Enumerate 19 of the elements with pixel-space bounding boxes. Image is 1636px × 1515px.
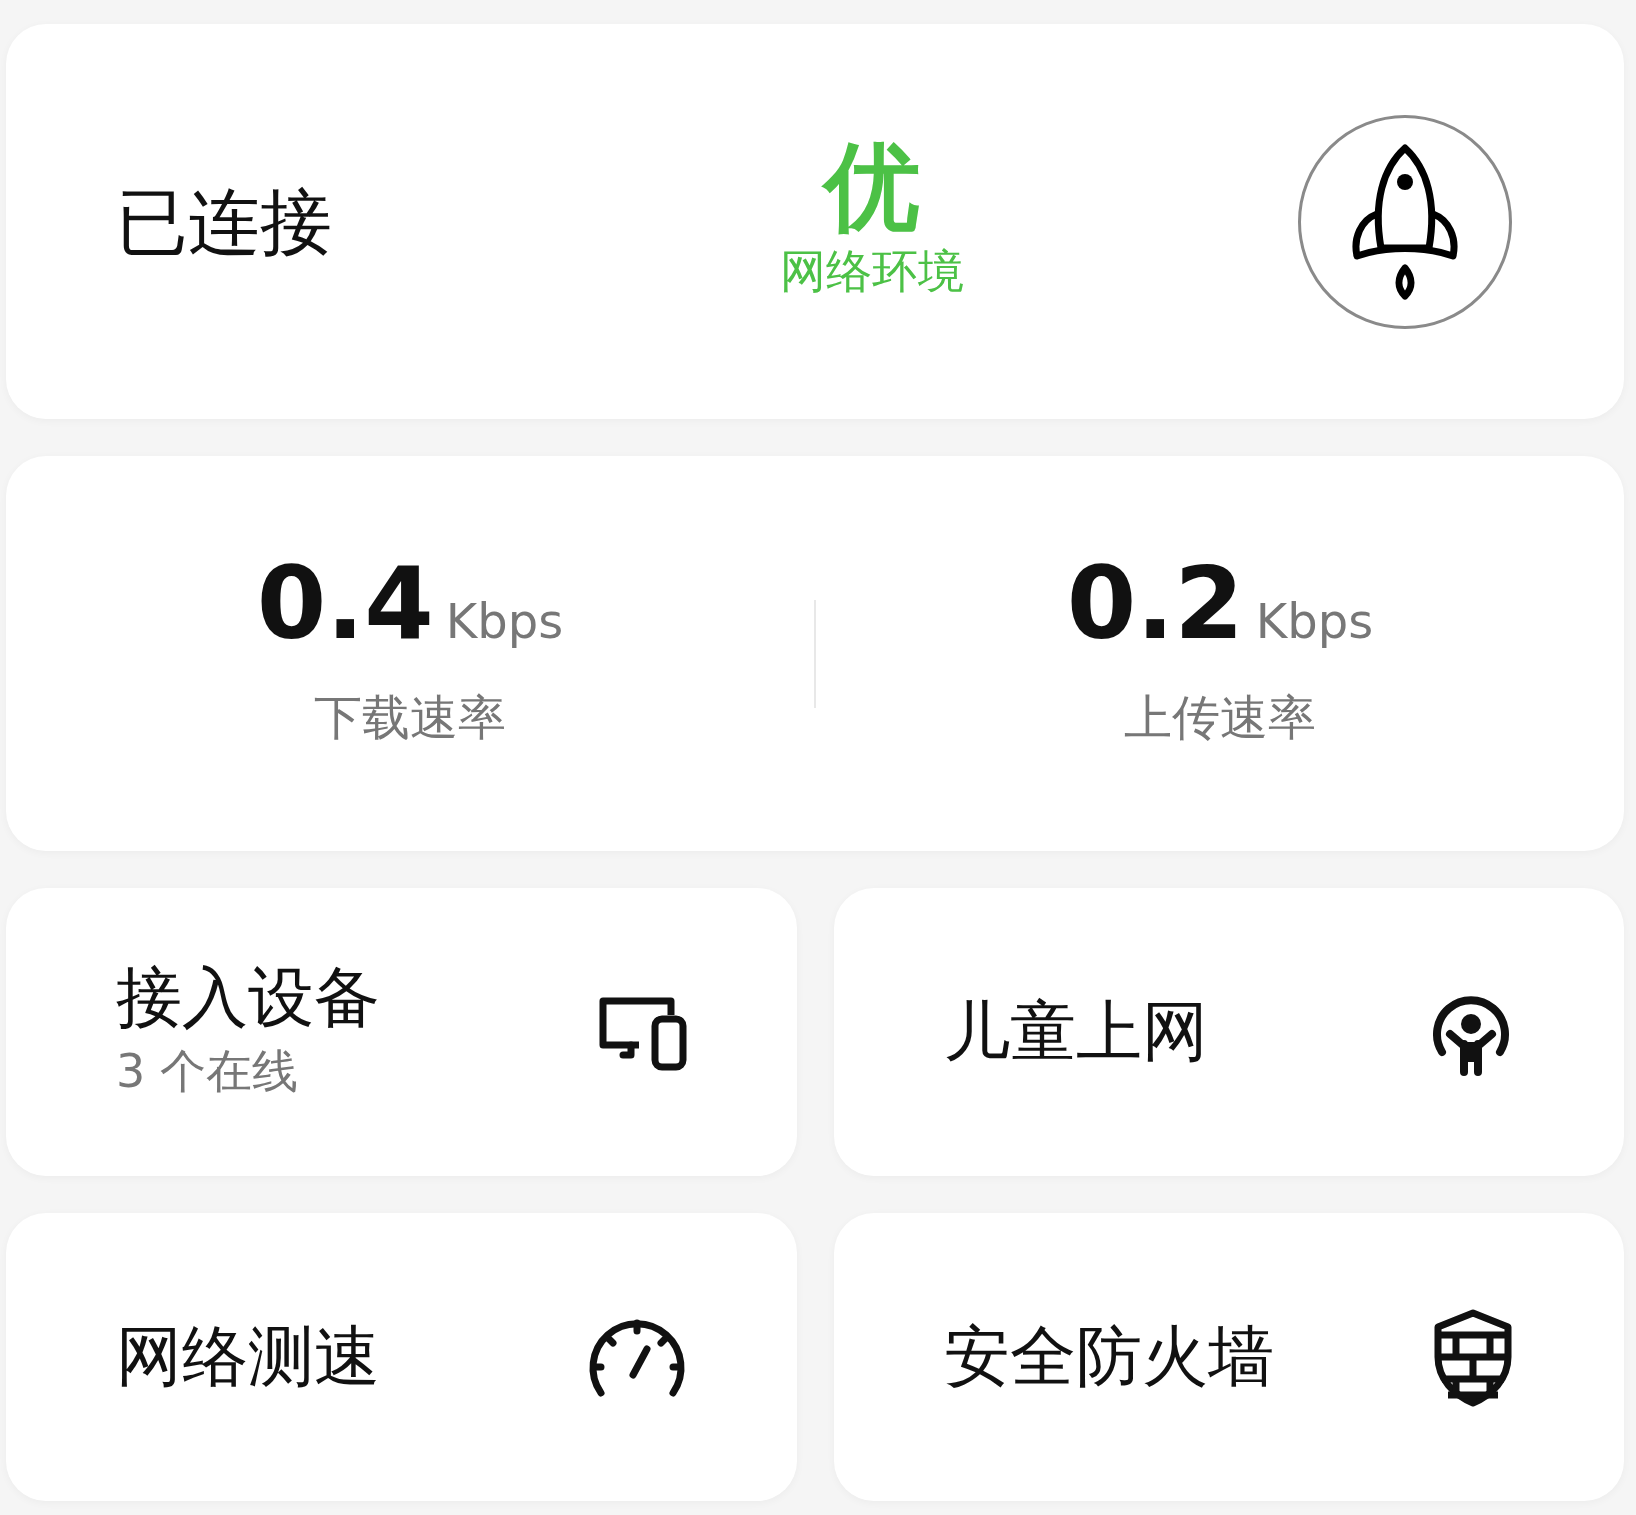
tile-title: 安全防火墙: [943, 1317, 1274, 1397]
feature-tile[interactable]: 接入设备 3 个在线: [6, 888, 797, 1176]
speed-value: 0.4: [256, 554, 434, 654]
speed-unit: Kbps: [1255, 592, 1374, 651]
rocket-icon: [1349, 141, 1461, 302]
speed-label: 下载速率: [314, 688, 506, 747]
connection-status: 已连接: [116, 178, 333, 266]
feature-tile[interactable]: 安全防火墙: [833, 1213, 1624, 1501]
speed-label: 上传速率: [1124, 688, 1316, 747]
firewall-icon: [1432, 1307, 1514, 1407]
feature-tile[interactable]: 网络测速: [6, 1213, 797, 1501]
tile-title: 网络测速: [116, 1317, 380, 1397]
tile-title: 儿童上网: [943, 992, 1208, 1072]
network-quality-label: 网络环境: [780, 243, 964, 301]
feature-tile[interactable]: 儿童上网: [833, 888, 1624, 1176]
tile-subtitle: 3 个在线: [116, 1043, 299, 1101]
speed-unit: Kbps: [445, 592, 564, 651]
speed-value: 0.2: [1066, 554, 1244, 654]
tile-title: 接入设备: [116, 957, 380, 1038]
